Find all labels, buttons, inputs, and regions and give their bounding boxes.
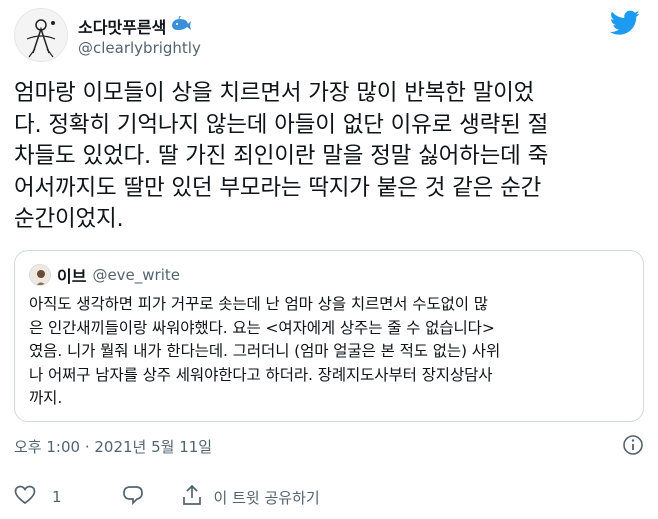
tweet-meta: 오후 1:00 · 2021년 5월 11일 — [14, 434, 646, 458]
share-label[interactable]: 이 트윗 공유하기 — [214, 487, 320, 508]
twitter-logo-icon[interactable] — [609, 10, 640, 36]
quoted-tweet-text: 아직도 생각하면 피가 거꾸로 솟는데 난 엄마 상을 치르면서 수도없이 많 … — [29, 295, 501, 407]
quoted-author-name: 이브 — [57, 267, 87, 286]
whale-emoji-icon — [170, 15, 192, 36]
tweet-timestamp[interactable]: 오후 1:00 · 2021년 5월 11일 — [14, 436, 212, 457]
heart-icon[interactable] — [14, 485, 36, 509]
author-handle[interactable]: @clearlybrightly — [78, 39, 201, 57]
quoted-author-handle: @eve_write — [92, 266, 180, 284]
like-action[interactable]: 1 — [14, 485, 62, 509]
tweet-actions: 1 이 트윗 공유하기 — [14, 484, 320, 510]
quoted-tweet-header: 이브 @eve_write — [29, 263, 180, 287]
author-name-row[interactable]: 소다맛푸른색 — [78, 14, 192, 38]
reply-action[interactable] — [122, 485, 144, 509]
like-count: 1 — [52, 488, 62, 506]
quoted-tweet[interactable]: 이브 @eve_write 아직도 생각하면 피가 거꾸로 솟는데 난 엄마 상… — [14, 250, 644, 422]
tweet-header: 소다맛푸른색 @clearlybrightly — [14, 8, 644, 68]
tweet-body-text: 엄마랑 이모들이 상을 치르면서 가장 많이 반복한 말이었 다. 정확히 기억… — [14, 80, 549, 232]
info-icon[interactable] — [622, 434, 644, 456]
author-avatar[interactable] — [14, 8, 68, 62]
share-icon[interactable] — [182, 484, 202, 510]
reply-icon[interactable] — [122, 485, 144, 509]
quoted-author-avatar — [29, 264, 51, 286]
share-action[interactable]: 이 트윗 공유하기 — [182, 484, 320, 510]
author-display-name[interactable]: 소다맛푸른색 — [78, 14, 166, 38]
